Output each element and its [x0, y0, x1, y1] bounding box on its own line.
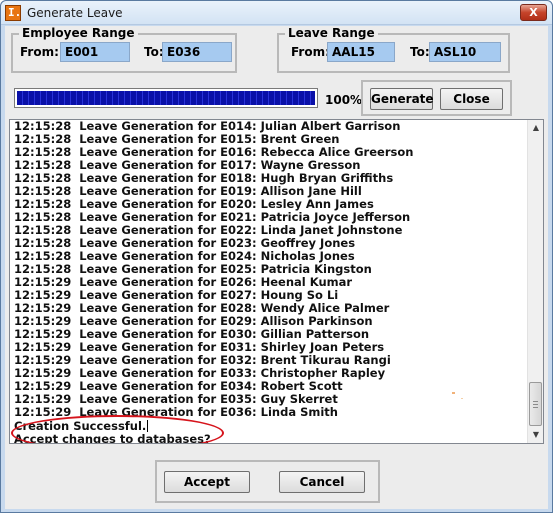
highlight-ellipse [11, 415, 224, 443]
scroll-up-arrow-icon[interactable]: ▲ [528, 120, 543, 136]
log-textbox[interactable]: 12:15:28 Leave Generation for E014: Juli… [9, 119, 544, 444]
action-button-group: Generate Close [361, 80, 512, 116]
employee-range-group: Employee Range From: E001 To: E036 [11, 26, 237, 73]
screen-artifact [461, 398, 463, 399]
leave-from-field[interactable]: AAL15 [327, 42, 395, 62]
scroll-grip [533, 407, 538, 408]
confirm-button-group: Accept Cancel [155, 460, 380, 503]
leave-from-label: From: [291, 45, 330, 59]
window-close-button[interactable]: X [520, 4, 547, 21]
scroll-thumb[interactable] [529, 382, 542, 426]
window-title: Generate Leave [27, 6, 123, 20]
scroll-grip [533, 404, 538, 405]
progress-bar [14, 88, 318, 108]
progress-bar-fill [17, 91, 315, 105]
employee-from-field[interactable]: E001 [60, 42, 130, 62]
generate-button[interactable]: Generate [370, 88, 434, 110]
employee-to-field[interactable]: E036 [162, 42, 232, 62]
leave-range-group: Leave Range From: AAL15 To: ASL10 [277, 26, 510, 73]
accept-button[interactable]: Accept [164, 471, 250, 493]
screen-artifact [452, 392, 455, 394]
app-icon: I. [5, 5, 21, 21]
generate-leave-window: I. Generate Leave X Employee Range From:… [0, 0, 553, 513]
employee-range-label: Employee Range [19, 26, 138, 40]
log-lines: 12:15:28 Leave Generation for E014: Juli… [14, 120, 524, 419]
leave-to-label: To: [410, 45, 430, 59]
leave-to-field[interactable]: ASL10 [429, 42, 501, 62]
dialog-body: Employee Range From: E001 To: E036 Leave… [5, 26, 548, 509]
employee-from-label: From: [20, 45, 59, 59]
leave-range-label: Leave Range [285, 26, 378, 40]
log-vertical-scrollbar[interactable]: ▲ ▼ [527, 120, 543, 443]
close-button[interactable]: Close [440, 88, 503, 110]
scroll-grip [533, 401, 538, 402]
cancel-button[interactable]: Cancel [279, 471, 365, 493]
employee-to-label: To: [144, 45, 164, 59]
title-bar[interactable]: I. Generate Leave X [1, 1, 552, 25]
scroll-down-arrow-icon[interactable]: ▼ [528, 427, 543, 443]
progress-percent: 100% [325, 93, 363, 107]
